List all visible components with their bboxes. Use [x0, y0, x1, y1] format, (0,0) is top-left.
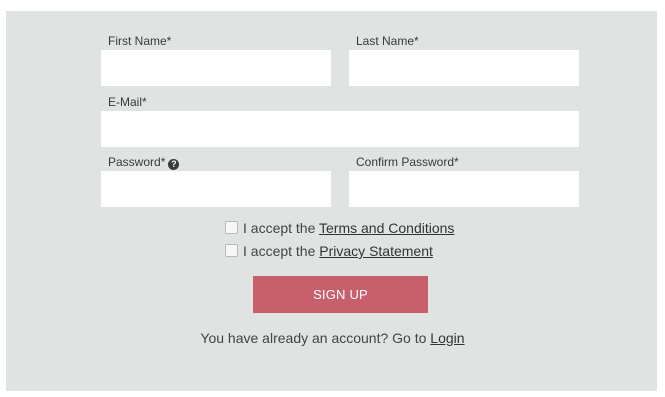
login-link[interactable]: Login	[430, 330, 464, 346]
password-input[interactable]	[101, 171, 331, 207]
privacy-prefix: I accept the	[243, 243, 320, 259]
login-prompt: You have already an account? Go to Login	[0, 330, 665, 346]
question-circle-icon[interactable]: ?	[168, 159, 180, 170]
privacy-consent-row: I accept the Privacy Statement	[225, 243, 433, 259]
email-label: E-Mail*	[108, 95, 147, 109]
terms-consent-row: I accept the Terms and Conditions	[225, 220, 454, 236]
terms-link[interactable]: Terms and Conditions	[319, 220, 454, 236]
privacy-checkbox[interactable]	[225, 244, 238, 257]
confirm-password-label: Confirm Password*	[356, 155, 459, 169]
password-label-group: Password*?	[108, 155, 180, 170]
privacy-link[interactable]: Privacy Statement	[319, 243, 433, 259]
first-name-label: First Name*	[108, 34, 172, 48]
last-name-label: Last Name*	[356, 34, 419, 48]
terms-prefix: I accept the	[243, 220, 320, 236]
password-label: Password*	[108, 155, 166, 169]
email-input[interactable]	[101, 111, 579, 147]
confirm-password-input[interactable]	[349, 171, 579, 207]
login-prompt-text: You have already an account? Go to	[200, 330, 431, 346]
first-name-input[interactable]	[101, 50, 331, 86]
terms-checkbox[interactable]	[225, 221, 238, 234]
sign-up-button[interactable]: SIGN UP	[253, 276, 428, 313]
last-name-input[interactable]	[349, 50, 579, 86]
